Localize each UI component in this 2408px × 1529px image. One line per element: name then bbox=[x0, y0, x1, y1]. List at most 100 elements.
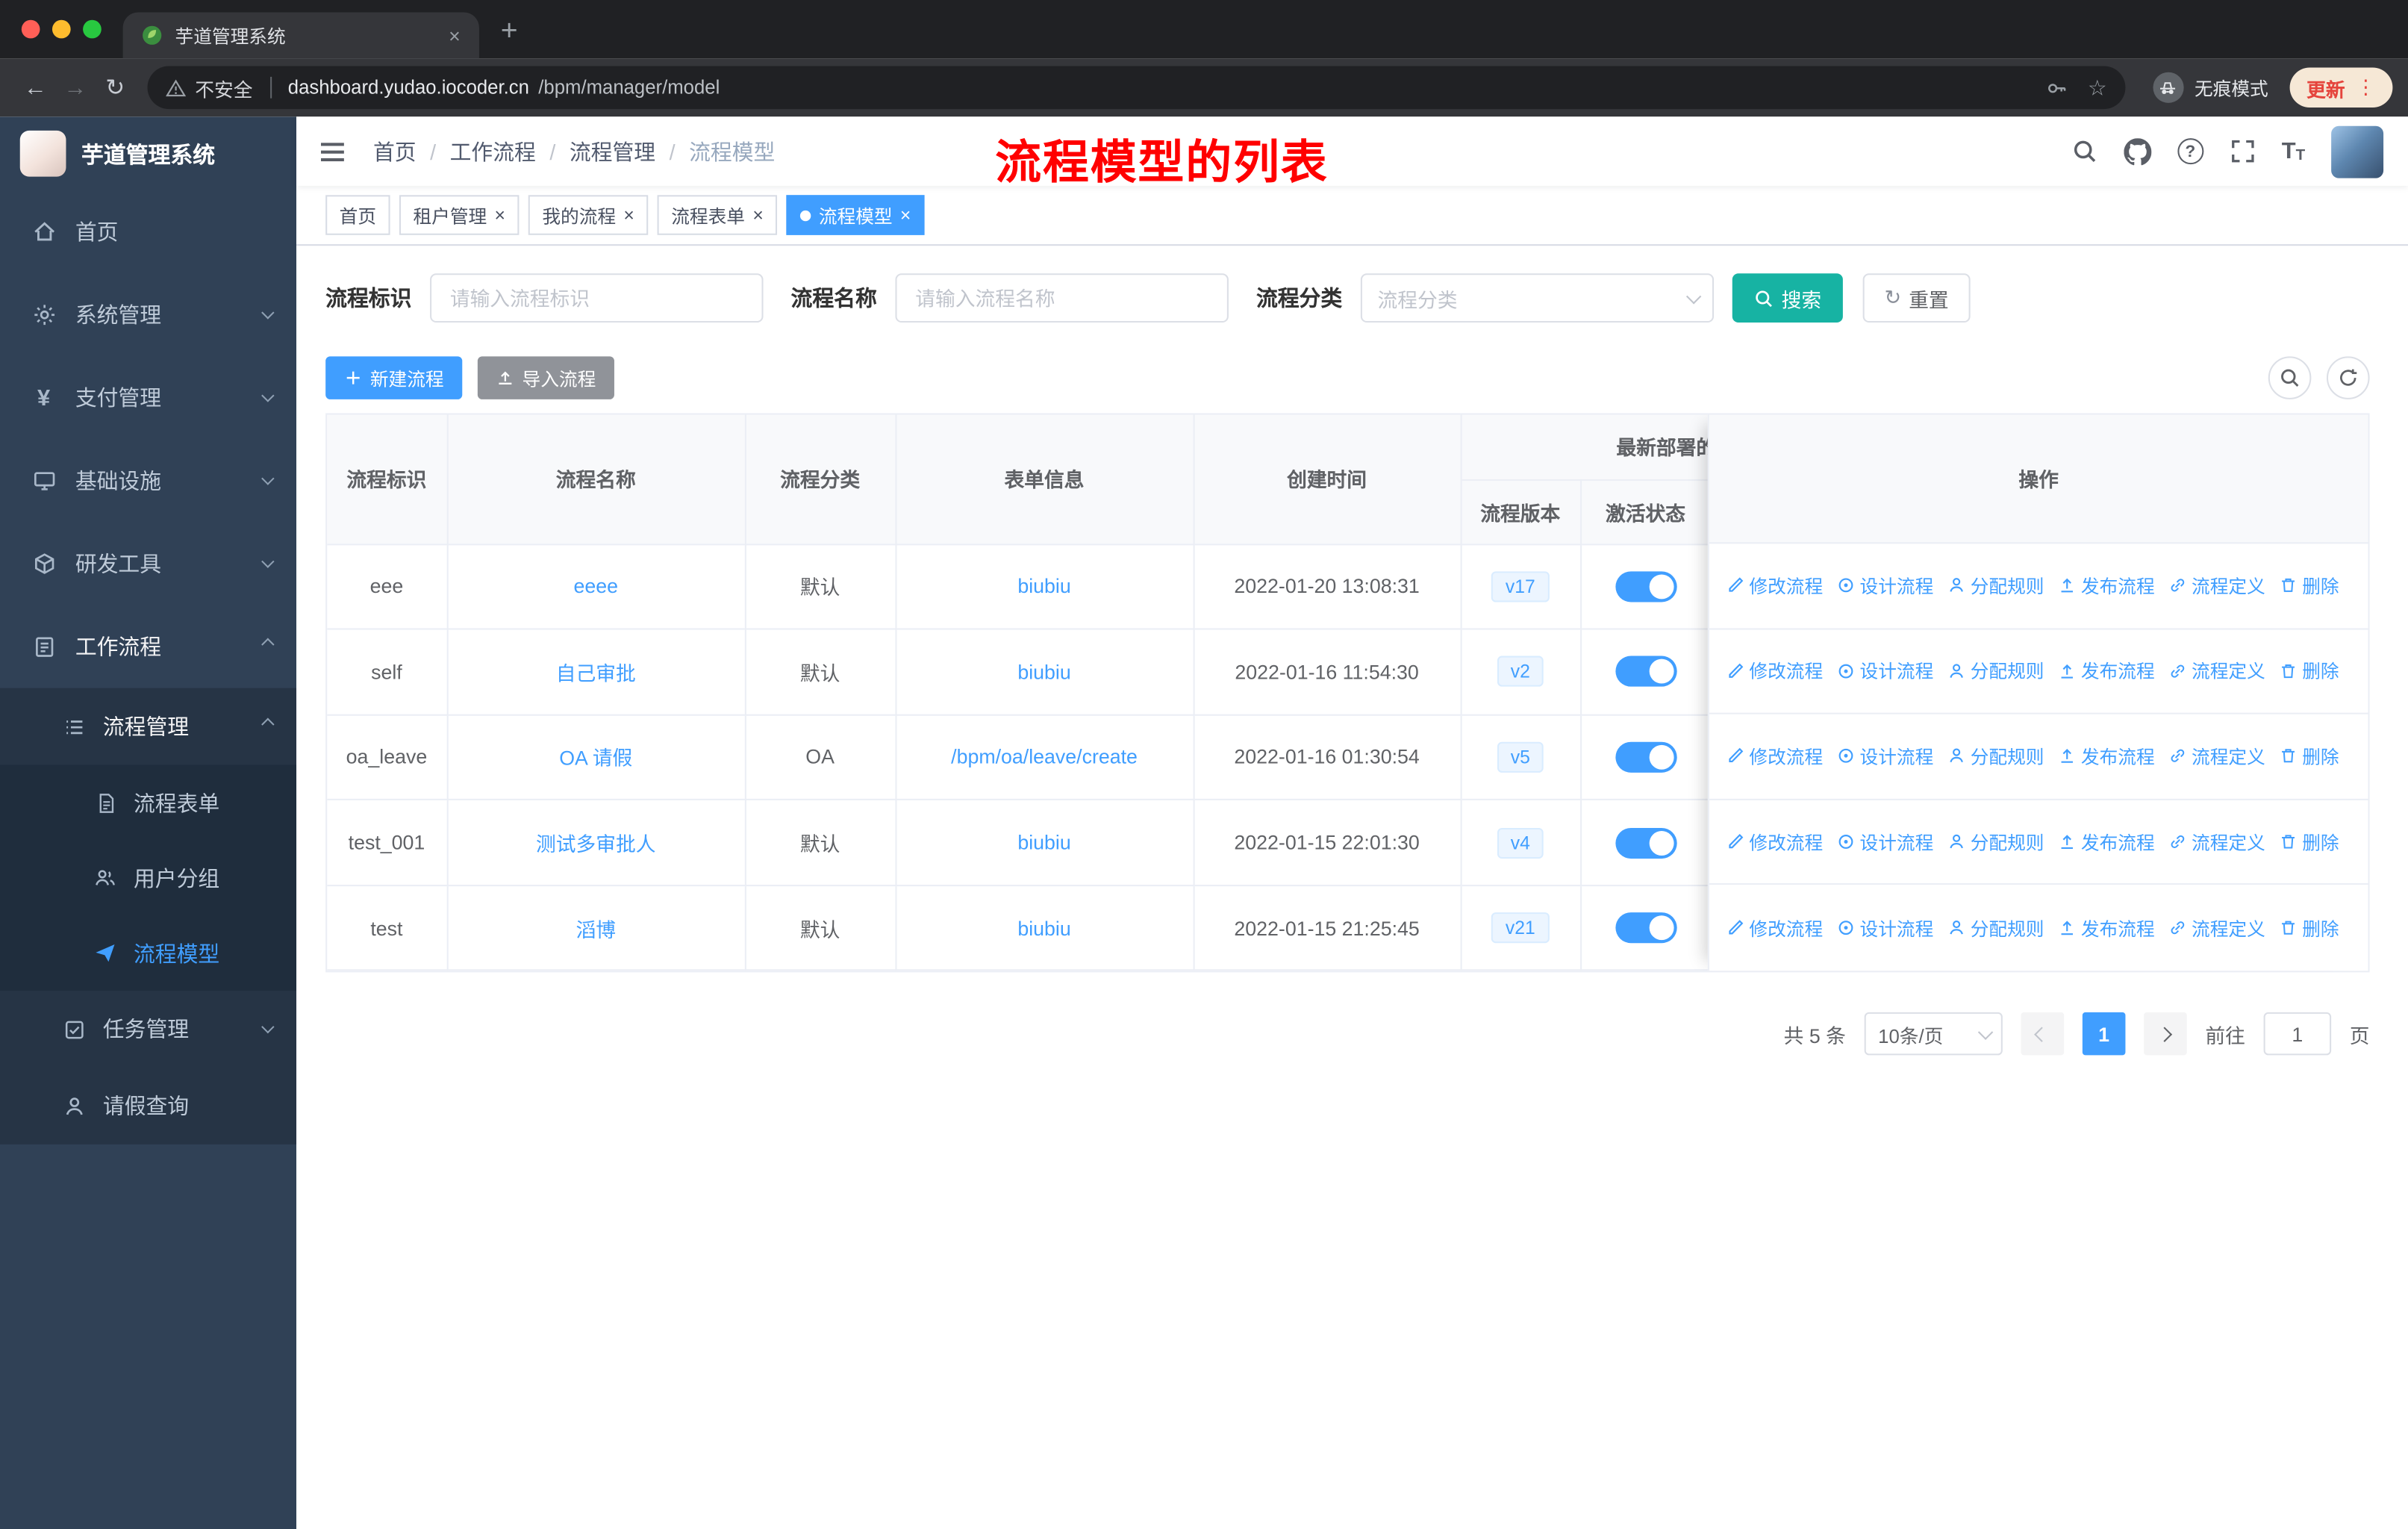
sidebar-item-process-model[interactable]: 流程模型 bbox=[0, 915, 296, 991]
avatar[interactable] bbox=[2331, 125, 2384, 178]
maximize-window-button[interactable] bbox=[83, 19, 102, 39]
design-process-link[interactable]: 设计流程 bbox=[1837, 915, 1933, 941]
collapse-sidebar-icon[interactable] bbox=[318, 136, 347, 166]
sidebar-item-infrastructure[interactable]: 基础设施 bbox=[0, 439, 296, 522]
sidebar-item-process-management[interactable]: 流程管理 bbox=[0, 688, 296, 765]
process-definition-link[interactable]: 流程定义 bbox=[2168, 744, 2265, 770]
minimize-window-button[interactable] bbox=[52, 19, 71, 39]
delete-process-link[interactable]: 删除 bbox=[2279, 744, 2339, 770]
assign-rule-link[interactable]: 分配规则 bbox=[1947, 915, 2044, 941]
assign-rule-link[interactable]: 分配规则 bbox=[1947, 573, 2044, 599]
breadcrumb-workflow[interactable]: 工作流程 bbox=[450, 136, 536, 166]
font-size-icon[interactable]: TT bbox=[2282, 138, 2305, 164]
process-definition-link[interactable]: 流程定义 bbox=[2168, 915, 2265, 941]
active-toggle[interactable] bbox=[1615, 741, 1676, 773]
sidebar-item-payment-management[interactable]: ¥ 支付管理 bbox=[0, 356, 296, 439]
design-process-link[interactable]: 设计流程 bbox=[1837, 573, 1933, 599]
tag-process-model[interactable]: 流程模型 × bbox=[786, 195, 925, 235]
delete-process-link[interactable]: 删除 bbox=[2279, 829, 2339, 855]
delete-process-link[interactable]: 删除 bbox=[2279, 573, 2339, 599]
security-label[interactable]: 不安全 bbox=[195, 73, 252, 102]
active-toggle[interactable] bbox=[1615, 912, 1676, 944]
sidebar-item-dev-tools[interactable]: 研发工具 bbox=[0, 523, 296, 605]
tag-home[interactable]: 首页 bbox=[325, 195, 390, 235]
sidebar-item-home[interactable]: 首页 bbox=[0, 190, 296, 273]
bookmark-star-icon[interactable]: ☆ bbox=[2088, 75, 2107, 101]
process-name-link[interactable]: OA 请假 bbox=[559, 747, 632, 770]
assign-rule-link[interactable]: 分配规则 bbox=[1947, 744, 2044, 770]
process-definition-link[interactable]: 流程定义 bbox=[2168, 829, 2265, 855]
browser-tab[interactable]: 芋道管理系统 × bbox=[122, 12, 479, 59]
delete-process-link[interactable]: 删除 bbox=[2279, 658, 2339, 684]
fullscreen-icon[interactable] bbox=[2230, 138, 2256, 164]
app-logo-row[interactable]: 芋道管理系统 bbox=[0, 116, 296, 190]
close-icon[interactable]: × bbox=[495, 206, 505, 225]
assign-rule-link[interactable]: 分配规则 bbox=[1947, 829, 2044, 855]
design-process-link[interactable]: 设计流程 bbox=[1837, 829, 1933, 855]
tag-tenant-management[interactable]: 租户管理 × bbox=[399, 195, 520, 235]
delete-process-link[interactable]: 删除 bbox=[2279, 915, 2339, 941]
reset-button[interactable]: ↻ 重置 bbox=[1862, 273, 1971, 323]
page-number-1[interactable]: 1 bbox=[2082, 1012, 2126, 1056]
process-name-input[interactable] bbox=[895, 273, 1229, 323]
address-bar[interactable]: 不安全 dashboard.yudao.iocoder.cn/bpm/manag… bbox=[147, 66, 2126, 110]
close-window-button[interactable] bbox=[21, 19, 40, 39]
tab-close-icon[interactable]: × bbox=[443, 24, 467, 47]
design-process-link[interactable]: 设计流程 bbox=[1837, 744, 1933, 770]
back-icon[interactable]: ← bbox=[16, 75, 55, 101]
close-icon[interactable]: × bbox=[752, 206, 763, 225]
active-toggle[interactable] bbox=[1615, 656, 1676, 688]
assign-rule-link[interactable]: 分配规则 bbox=[1947, 658, 2044, 684]
reload-icon[interactable]: ↻ bbox=[96, 74, 135, 102]
next-page-button[interactable] bbox=[2144, 1012, 2187, 1056]
publish-process-link[interactable]: 发布流程 bbox=[2058, 573, 2155, 599]
edit-process-link[interactable]: 修改流程 bbox=[1727, 658, 1823, 684]
edit-process-link[interactable]: 修改流程 bbox=[1727, 829, 1823, 855]
help-icon[interactable]: ? bbox=[2177, 138, 2203, 165]
page-size-select[interactable]: 10条/页 bbox=[1864, 1012, 2003, 1056]
close-icon[interactable]: × bbox=[623, 206, 634, 225]
breadcrumb-process-management[interactable]: 流程管理 bbox=[570, 136, 655, 166]
key-icon[interactable] bbox=[2046, 76, 2069, 99]
sidebar-item-task-management[interactable]: 任务管理 bbox=[0, 991, 296, 1068]
close-icon[interactable]: × bbox=[900, 206, 911, 225]
publish-process-link[interactable]: 发布流程 bbox=[2058, 658, 2155, 684]
prev-page-button[interactable] bbox=[2021, 1012, 2065, 1056]
toggle-search-icon[interactable] bbox=[2268, 356, 2312, 399]
sidebar-item-user-group[interactable]: 用户分组 bbox=[0, 840, 296, 915]
tag-process-form[interactable]: 流程表单 × bbox=[657, 195, 778, 235]
process-name-link[interactable]: 自己审批 bbox=[556, 662, 636, 685]
edit-process-link[interactable]: 修改流程 bbox=[1727, 573, 1823, 599]
active-toggle[interactable] bbox=[1615, 827, 1676, 859]
sidebar-item-leave-query[interactable]: 请假查询 bbox=[0, 1068, 296, 1145]
process-key-input[interactable] bbox=[430, 273, 764, 323]
browser-menu-icon[interactable]: ⋮ bbox=[2356, 75, 2376, 100]
process-name-link[interactable]: 滔博 bbox=[576, 918, 616, 941]
new-process-button[interactable]: 新建流程 bbox=[325, 356, 463, 399]
github-icon[interactable] bbox=[2124, 137, 2151, 165]
publish-process-link[interactable]: 发布流程 bbox=[2058, 915, 2155, 941]
publish-process-link[interactable]: 发布流程 bbox=[2058, 829, 2155, 855]
form-info-link[interactable]: biubiu bbox=[1017, 831, 1070, 854]
goto-page-input[interactable] bbox=[2263, 1012, 2332, 1056]
form-info-link[interactable]: /bpm/oa/leave/create bbox=[951, 746, 1138, 769]
new-tab-button[interactable]: + bbox=[479, 16, 539, 59]
design-process-link[interactable]: 设计流程 bbox=[1837, 658, 1933, 684]
search-button[interactable]: 搜索 bbox=[1732, 273, 1843, 323]
sidebar-item-system-management[interactable]: 系统管理 bbox=[0, 273, 296, 356]
publish-process-link[interactable]: 发布流程 bbox=[2058, 744, 2155, 770]
refresh-table-icon[interactable] bbox=[2326, 356, 2370, 399]
update-button[interactable]: 更新 ⋮ bbox=[2289, 67, 2393, 108]
tag-my-process[interactable]: 我的流程 × bbox=[528, 195, 649, 235]
edit-process-link[interactable]: 修改流程 bbox=[1727, 744, 1823, 770]
form-info-link[interactable]: biubiu bbox=[1017, 917, 1070, 940]
form-info-link[interactable]: biubiu bbox=[1017, 575, 1070, 598]
process-name-link[interactable]: 测试多审批人 bbox=[536, 832, 656, 856]
process-category-select[interactable]: 流程分类 bbox=[1360, 273, 1715, 323]
process-definition-link[interactable]: 流程定义 bbox=[2168, 573, 2265, 599]
process-definition-link[interactable]: 流程定义 bbox=[2168, 658, 2265, 684]
sidebar-item-process-form[interactable]: 流程表单 bbox=[0, 765, 296, 841]
forward-icon[interactable]: → bbox=[55, 75, 95, 101]
active-toggle[interactable] bbox=[1615, 570, 1676, 602]
form-info-link[interactable]: biubiu bbox=[1017, 660, 1070, 683]
